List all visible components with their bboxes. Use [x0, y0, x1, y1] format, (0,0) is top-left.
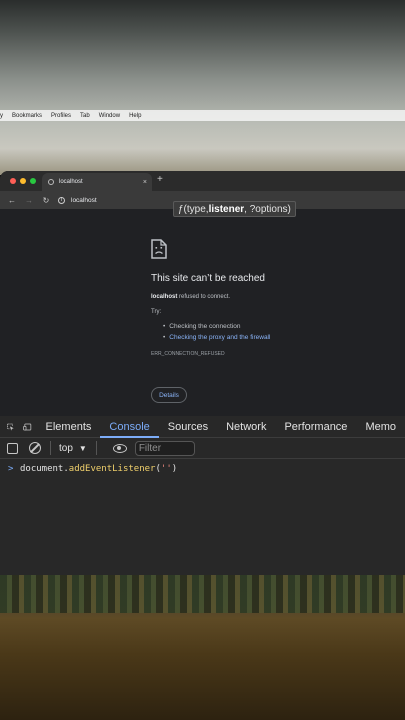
code-method: addEventListener	[68, 464, 156, 474]
tooltip-suffix: , ?options)	[244, 203, 291, 215]
console-toolbar: top ▼ Filter	[0, 438, 405, 459]
try-label: Try:	[151, 309, 162, 315]
tab-elements[interactable]: Elements	[37, 416, 101, 437]
error-page: This site can’t be reached localhost ref…	[0, 209, 405, 416]
code-string: ''	[160, 464, 172, 474]
clear-console-icon[interactable]	[29, 442, 41, 454]
tab-memory[interactable]: Memo	[356, 416, 405, 437]
inspect-element-icon[interactable]	[7, 421, 14, 433]
minimize-window-button[interactable]	[20, 178, 26, 184]
devtools-tab-bar: Elements Console Sources Network Perform…	[0, 416, 405, 438]
tab-console[interactable]: Console	[100, 416, 160, 438]
context-selector[interactable]: top	[59, 443, 73, 454]
sad-page-icon	[151, 239, 167, 259]
details-button[interactable]: Details	[151, 387, 187, 403]
tab-performance[interactable]: Performance	[275, 416, 356, 437]
error-message-text: refused to connect.	[177, 294, 231, 300]
tab-sources[interactable]: Sources	[159, 416, 217, 437]
error-host: localhost	[151, 294, 178, 300]
site-info-icon[interactable]: i	[58, 196, 65, 204]
devtools-panel: Elements Console Sources Network Perform…	[0, 416, 405, 576]
console-input-line[interactable]: > document. addEventListener('')	[0, 462, 405, 476]
console-prompt-icon: >	[8, 464, 14, 474]
tab-localhost[interactable]: localhost ×	[42, 173, 152, 191]
reload-icon[interactable]: ↻	[41, 196, 51, 205]
close-window-button[interactable]	[10, 178, 16, 184]
live-expression-eye-icon[interactable]	[112, 443, 127, 453]
error-title: This site can’t be reached	[151, 273, 265, 284]
tab-title: localhost	[59, 179, 83, 185]
signature-tooltip: ƒ(type, listener, ?options)	[173, 201, 296, 217]
menu-item-window[interactable]: Window	[99, 113, 120, 119]
menu-item-history[interactable]: y	[0, 113, 3, 119]
tab-close-icon[interactable]: ×	[143, 179, 147, 186]
new-tab-button[interactable]: +	[157, 174, 163, 185]
device-toolbar-icon[interactable]	[23, 421, 32, 433]
suggestion-list: Checking the connection Checking the pro…	[163, 321, 270, 343]
suggestion-proxy-link[interactable]: Checking the proxy and the firewall	[163, 332, 270, 343]
tab-strip: localhost × +	[0, 171, 405, 191]
tooltip-active-param: listener	[208, 203, 245, 215]
zoom-window-button[interactable]	[30, 178, 36, 184]
code-object: document	[20, 464, 64, 474]
tab-network[interactable]: Network	[217, 416, 275, 437]
browser-window: localhost × + ← → ↻ i localhost This sit…	[0, 171, 405, 576]
forward-arrow-icon[interactable]: →	[24, 196, 34, 205]
menu-item-profiles[interactable]: Profiles	[51, 113, 71, 119]
toolbar-divider	[95, 441, 97, 455]
error-message: localhost refused to connect.	[151, 294, 230, 300]
tooltip-prefix: ƒ(type,	[178, 203, 209, 215]
code-paren-close: )	[171, 464, 178, 474]
background-sky	[0, 0, 405, 175]
menu-item-tab[interactable]: Tab	[80, 113, 90, 119]
sidebar-toggle-icon[interactable]	[7, 442, 18, 454]
toolbar-divider	[50, 441, 51, 455]
menu-item-bookmarks[interactable]: Bookmarks	[12, 113, 42, 119]
suggestion-connection: Checking the connection	[163, 321, 270, 332]
dropdown-caret-icon[interactable]: ▼	[79, 444, 87, 453]
error-code: ERR_CONNECTION_REFUSED	[151, 351, 225, 357]
address-bar[interactable]: localhost	[71, 197, 97, 204]
back-arrow-icon[interactable]: ←	[7, 196, 17, 205]
globe-icon	[48, 179, 54, 185]
mac-menu-bar: y Bookmarks Profiles Tab Window Help	[0, 110, 405, 121]
console-filter-input[interactable]: Filter	[134, 440, 195, 456]
menu-item-help[interactable]: Help	[129, 113, 141, 119]
background-trees	[0, 575, 405, 613]
